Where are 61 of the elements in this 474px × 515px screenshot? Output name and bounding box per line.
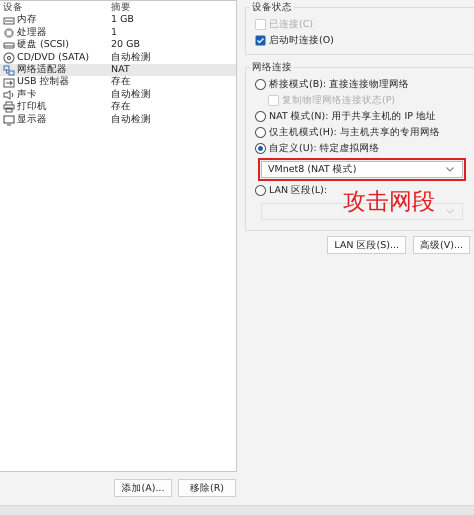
column-header: 设备 <box>3 2 24 14</box>
network-dropdown[interactable]: VMnet8 (NAT 模式) <box>261 161 463 178</box>
group-title: 设备状态 <box>251 1 293 14</box>
device-name: 声卡 <box>17 88 37 101</box>
annotation-text: 攻击网段 <box>343 191 435 214</box>
add-button[interactable]: 添加(A)... <box>114 479 172 497</box>
radio-button[interactable] <box>255 110 266 122</box>
device-name: CD/DVD (SATA) <box>17 52 90 64</box>
device-summary: 自动检测 <box>111 114 152 126</box>
memory-icon <box>3 14 15 27</box>
network-icon <box>3 64 15 76</box>
speaker-icon <box>3 88 15 101</box>
device-summary: 自动检测 <box>111 88 152 102</box>
disc-icon <box>3 52 15 64</box>
radio-button[interactable] <box>255 142 266 154</box>
radio-label: 桥接模式(B): 直接连接物理网络 <box>269 78 410 90</box>
device-summary: 20 GB <box>111 39 141 52</box>
device-name: USB 控制器 <box>17 76 70 89</box>
radio-label: 自定义(U): 特定虚拟网络 <box>269 142 380 154</box>
radio-label: 仅主机模式(H): 与主机共享的专用网络 <box>269 126 440 138</box>
device-name: 硬盘 (SCSI) <box>17 39 69 52</box>
device-summary: 存在 <box>111 101 132 114</box>
radio-label: NAT 模式(N): 用于共享主机的 IP 地址 <box>269 110 436 122</box>
device-row[interactable]: 打印机 存在 <box>0 101 236 114</box>
device-row[interactable]: 硬盘 (SCSI) 20 GB <box>0 39 236 52</box>
device-name: 网络适配器 <box>17 64 67 76</box>
radio-label: LAN 区段(L): <box>269 184 328 196</box>
checkbox-label: 复制物理网络连接状态(P) <box>282 94 396 106</box>
device-name: 处理器 <box>17 26 47 40</box>
radio-button[interactable] <box>255 78 266 90</box>
device-row[interactable]: CD/DVD (SATA) 自动检测 <box>0 52 236 64</box>
device-row[interactable]: USB 控制器 存在 <box>0 76 236 89</box>
remove-button[interactable]: 移除(R) <box>178 479 236 497</box>
device-row[interactable]: 处理器 1 <box>0 26 236 40</box>
advanced-button[interactable]: 高级(V)... <box>413 236 470 254</box>
checkbox-label: 已连接(C) <box>269 18 314 30</box>
chevron-down-icon <box>446 167 454 172</box>
radio-button[interactable] <box>255 126 266 138</box>
device-row[interactable]: 显示器 自动检测 <box>0 114 236 126</box>
device-name: 打印机 <box>17 101 47 114</box>
device-summary: 1 <box>111 26 118 40</box>
usb-icon <box>3 76 15 89</box>
device-summary: 1 GB <box>111 14 135 27</box>
group-title: 网络连接 <box>251 61 293 74</box>
lan-segments-button[interactable]: LAN 区段(S)... <box>327 236 406 254</box>
device-row[interactable]: 内存 1 GB <box>0 14 236 27</box>
chip-icon <box>3 26 15 39</box>
device-summary: 自动检测 <box>111 52 152 64</box>
monitor-icon <box>3 114 15 126</box>
chevron-down-icon <box>446 209 454 214</box>
device-name: 显示器 <box>17 114 47 126</box>
printer-icon <box>3 101 15 114</box>
radio-button[interactable] <box>255 184 266 196</box>
device-name: 内存 <box>17 14 37 27</box>
device-summary: NAT <box>111 64 131 76</box>
checkbox[interactable] <box>255 34 266 46</box>
device-row[interactable]: 网络适配器 NAT <box>0 64 236 76</box>
checkbox-label: 启动时连接(O) <box>269 34 334 46</box>
column-header: 摘要 <box>111 2 132 14</box>
device-row[interactable]: 声卡 自动检测 <box>0 88 236 102</box>
device-summary: 存在 <box>111 76 132 89</box>
